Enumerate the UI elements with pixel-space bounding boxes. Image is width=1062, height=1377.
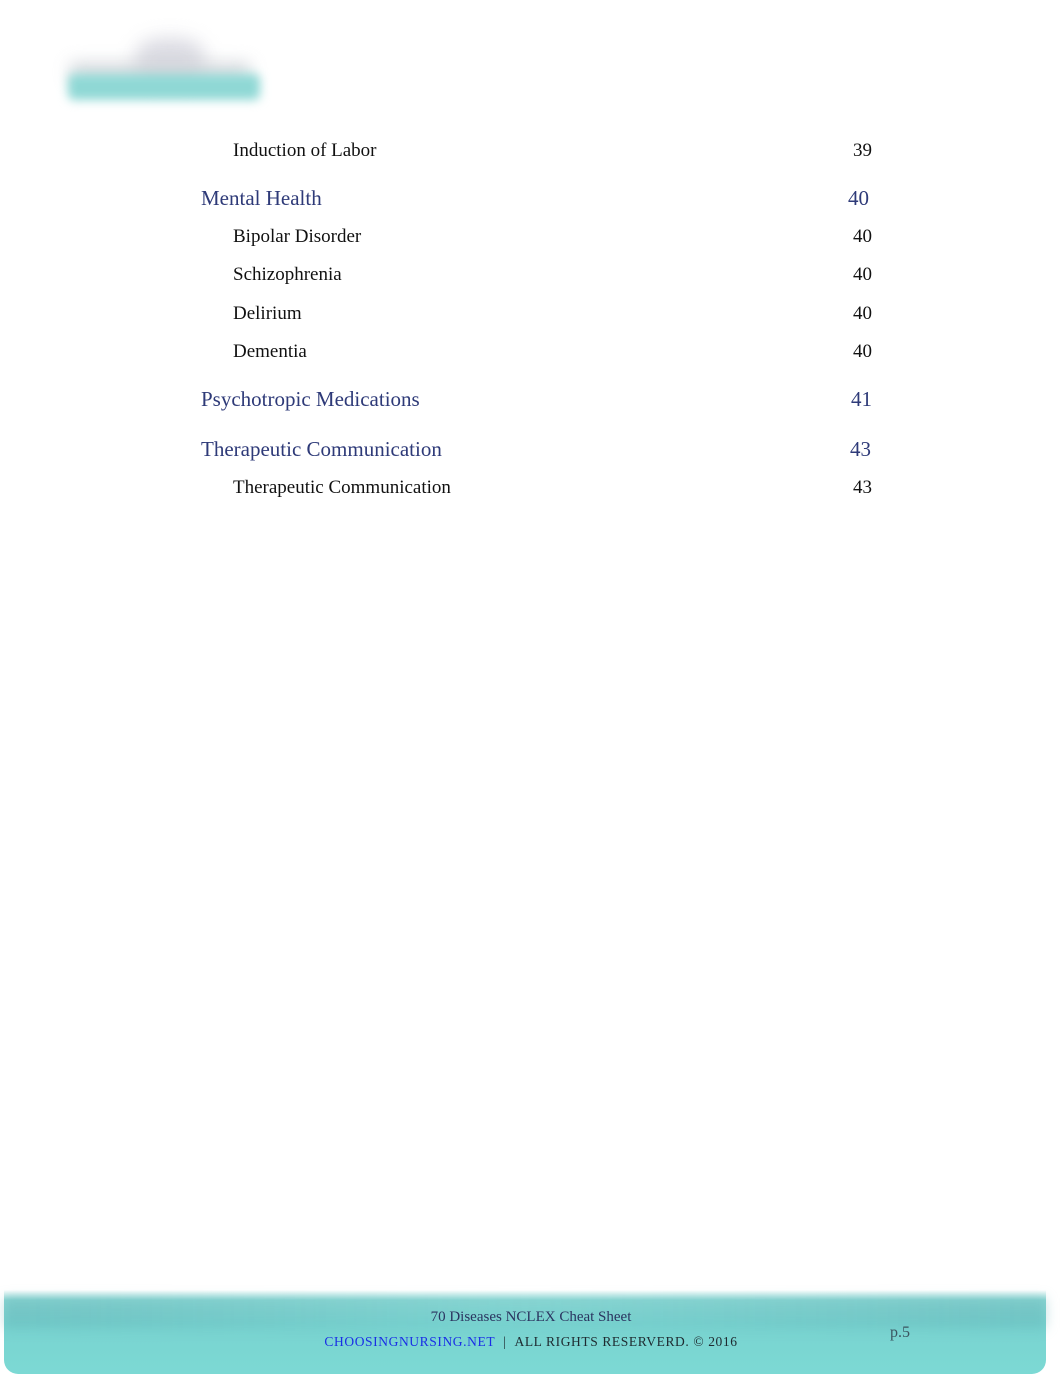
page-footer: 70 Diseases NCLEX Cheat Sheet CHOOSINGNU… [4, 1290, 1046, 1374]
toc-heading-label: Mental Health [201, 186, 322, 210]
toc-heading-page: 40 [848, 186, 869, 210]
toc-section-heading[interactable]: Therapeutic Communication 43 [0, 437, 1062, 461]
toc-entry-label: Induction of Labor [233, 140, 377, 161]
toc-entry[interactable]: Bipolar Disorder 40 [0, 226, 1062, 250]
toc-section-heading[interactable]: Psychotropic Medications 41 [0, 387, 1062, 411]
toc-entry[interactable]: Dementia 40 [0, 341, 1062, 365]
toc-section-heading[interactable]: Mental Health 40 [0, 186, 1062, 210]
toc-entry-page: 43 [853, 477, 872, 498]
toc-entry[interactable]: Induction of Labor 39 [0, 140, 1062, 164]
footer-rights: ALL RIGHTS RESERVERD. © 2016 [514, 1334, 738, 1349]
toc-entry[interactable]: Delirium 40 [0, 303, 1062, 327]
toc-heading-label: Therapeutic Communication [201, 437, 442, 461]
page-number: p.5 [890, 1324, 910, 1341]
toc-entry-label: Dementia [233, 341, 307, 362]
toc-entry-page: 40 [853, 264, 872, 285]
toc-heading-label: Psychotropic Medications [201, 387, 420, 411]
logo-band [68, 74, 260, 100]
toc-entry[interactable]: Schizophrenia 40 [0, 264, 1062, 288]
toc-entry-label: Bipolar Disorder [233, 226, 362, 247]
toc-entry-label: Schizophrenia [233, 264, 342, 285]
footer-site-link[interactable]: CHOOSINGNURSING.NET [324, 1334, 495, 1349]
toc-heading-page: 43 [850, 437, 871, 461]
toc-heading-page: 41 [851, 387, 872, 411]
toc-entry-label: Delirium [233, 303, 302, 324]
toc-entry-page: 39 [853, 140, 872, 161]
footer-separator: | [503, 1334, 507, 1349]
toc-entry-page: 40 [853, 226, 872, 247]
logo [60, 30, 270, 110]
toc-entry-label: Therapeutic Communication [233, 477, 451, 498]
toc-entry-page: 40 [853, 303, 872, 324]
toc-entry-page: 40 [853, 341, 872, 362]
toc-entry[interactable]: Therapeutic Communication 43 [0, 477, 1062, 501]
